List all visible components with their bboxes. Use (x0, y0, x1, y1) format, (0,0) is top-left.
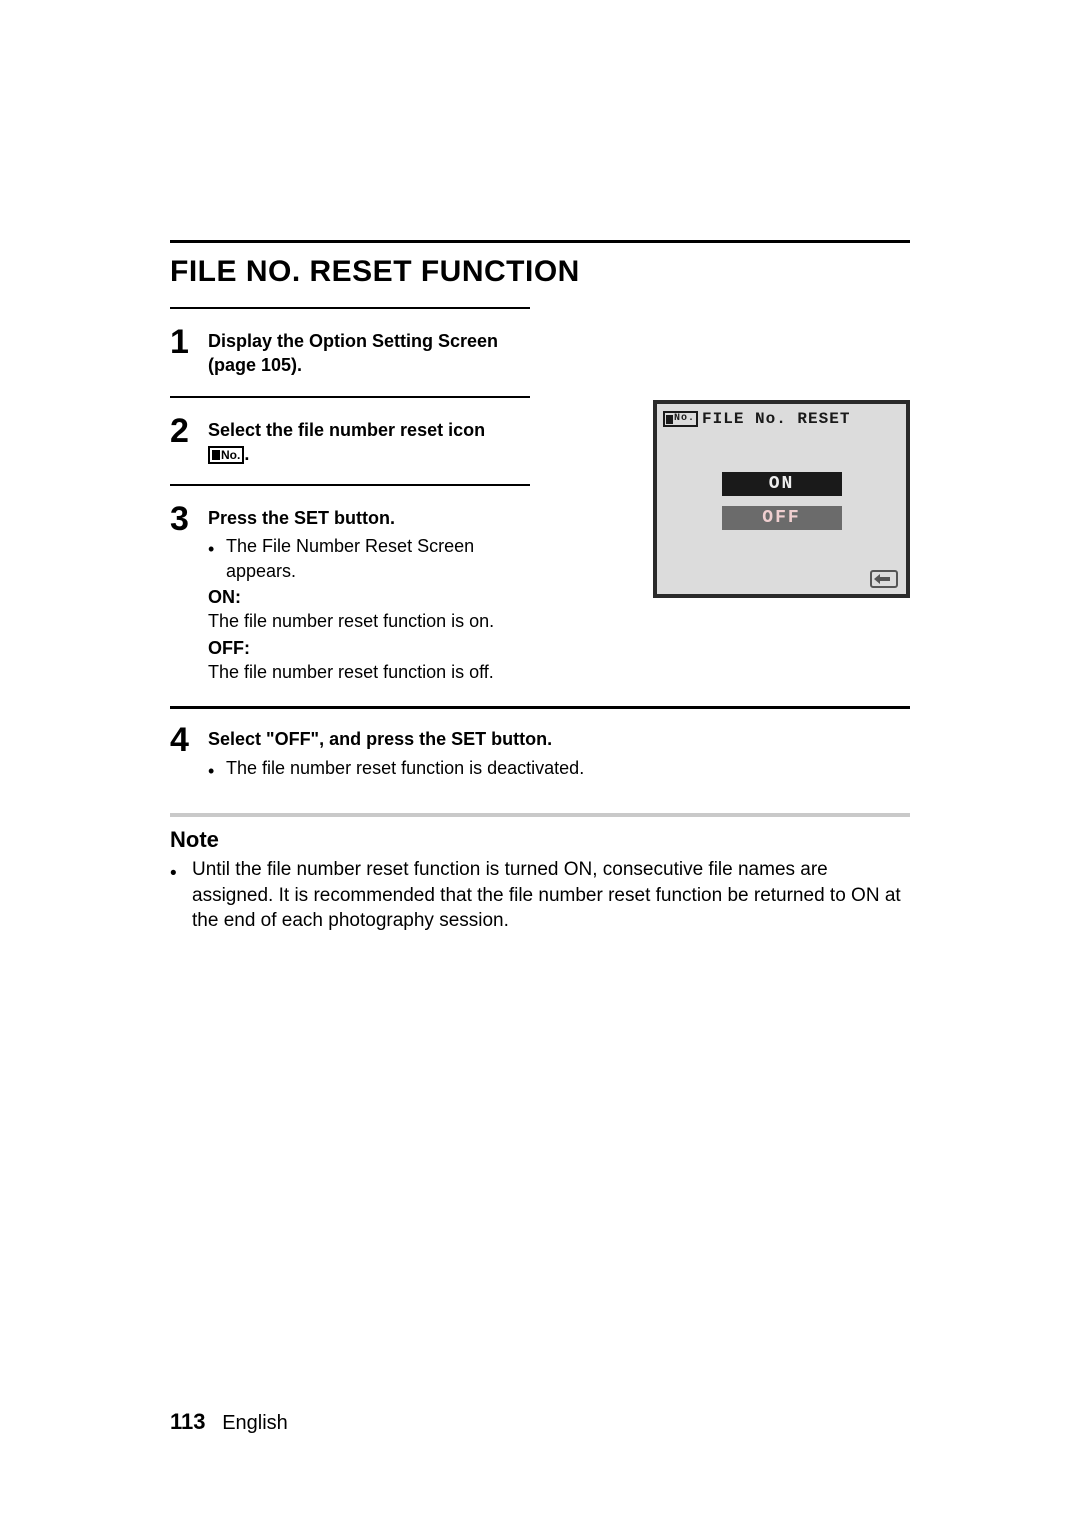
divider (170, 706, 910, 709)
step-bullet-text: The File Number Reset Screen appears. (226, 534, 538, 583)
bullet-icon: • (208, 534, 226, 561)
screen-header-text: FILE No. RESET (702, 410, 850, 428)
step-title-prefix: Select the file number reset icon (208, 420, 485, 440)
page-language: English (222, 1412, 288, 1434)
divider (170, 396, 530, 398)
divider (170, 484, 530, 486)
step-number: 3 (170, 500, 208, 536)
bullet-icon: • (170, 857, 192, 887)
step-number: 2 (170, 412, 208, 448)
step-title: Select "OFF", and press the SET button. (208, 727, 910, 751)
icon-label: No. (221, 448, 240, 462)
page-footer: 113 English (170, 1409, 288, 1435)
page-title: FILE NO. RESET FUNCTION (170, 255, 910, 289)
off-label: OFF: (208, 636, 538, 660)
page-number: 113 (170, 1409, 206, 1434)
step-title-suffix: . (244, 444, 249, 464)
icon-label: No. (674, 413, 695, 425)
return-icon (870, 570, 898, 588)
step-bullet-text: The file number reset function is deacti… (226, 756, 584, 780)
divider (170, 240, 910, 243)
manual-page: FILE NO. RESET FUNCTION 1 Display the Op… (0, 0, 1080, 1529)
on-label: ON: (208, 585, 538, 609)
off-text: The file number reset function is off. (208, 660, 538, 684)
file-no-reset-icon: No. (208, 446, 244, 464)
step-title: Press the SET button. (208, 506, 538, 530)
screen-option-on: ON (722, 472, 842, 496)
divider (170, 813, 910, 817)
on-text: The file number reset function is on. (208, 609, 538, 633)
file-no-reset-icon: No. (663, 411, 698, 427)
bullet-icon: • (208, 756, 226, 783)
device-screen-illustration: No. FILE No. RESET ON OFF (653, 400, 910, 598)
step-4: 4 Select "OFF", and press the SET button… (170, 721, 910, 783)
step-title: Display the Option Setting Screen (page … (208, 331, 498, 375)
note-item: • Until the file number reset function i… (170, 857, 910, 934)
divider (170, 307, 530, 309)
note-text: Until the file number reset function is … (192, 857, 910, 934)
step-1: 1 Display the Option Setting Screen (pag… (170, 323, 910, 378)
step-number: 4 (170, 721, 208, 757)
screen-option-off: OFF (722, 506, 842, 530)
note-heading: Note (170, 827, 910, 853)
step-number: 1 (170, 323, 208, 359)
